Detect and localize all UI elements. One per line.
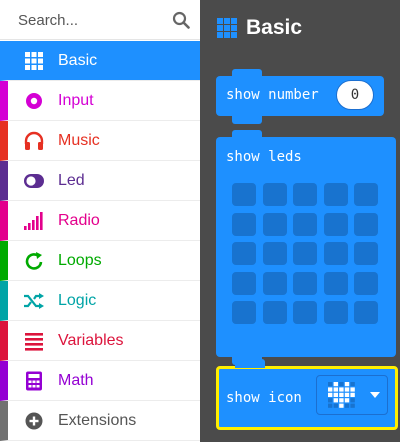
search-bar	[0, 0, 200, 40]
led-cell[interactable]	[323, 301, 348, 324]
led-cell[interactable]	[293, 301, 317, 324]
led-cell[interactable]	[323, 212, 348, 236]
grid-icon	[217, 18, 237, 38]
heart-icon	[328, 382, 355, 408]
category-label: Input	[58, 92, 94, 109]
category-basic[interactable]: Basic	[0, 41, 200, 81]
led-cell[interactable]	[262, 301, 287, 324]
category-radio[interactable]: Radio	[0, 201, 200, 241]
category-extensions[interactable]: Extensions	[0, 401, 200, 441]
category-label: Led	[58, 172, 85, 189]
block-notch	[232, 69, 262, 78]
toolbox-sidebar: Basic Input Music Led Radio	[0, 0, 200, 442]
block-label: show number	[226, 87, 319, 103]
category-input[interactable]: Input	[0, 81, 200, 121]
category-label: Music	[58, 132, 100, 149]
led-cell[interactable]	[232, 212, 256, 236]
category-loops[interactable]: Loops	[0, 241, 200, 281]
led-cell[interactable]	[293, 183, 317, 206]
block-label: show leds	[226, 149, 302, 165]
category-label: Math	[58, 372, 94, 389]
block-notch	[235, 359, 265, 368]
led-cell[interactable]	[354, 183, 378, 206]
flyout-title: Basic	[246, 16, 303, 39]
icon-dropdown[interactable]	[316, 375, 388, 415]
toggle-icon	[24, 174, 44, 188]
category-logic[interactable]: Logic	[0, 281, 200, 321]
led-cell[interactable]	[293, 212, 317, 236]
led-cell[interactable]	[262, 242, 287, 265]
led-cell[interactable]	[293, 271, 317, 295]
led-cell[interactable]	[354, 301, 378, 324]
led-cell[interactable]	[232, 271, 256, 295]
search-input[interactable]	[18, 9, 158, 31]
led-cell[interactable]	[232, 242, 256, 265]
shuffle-icon	[24, 293, 44, 309]
category-label: Radio	[58, 212, 100, 229]
loop-icon	[25, 252, 43, 270]
chevron-down-icon	[370, 392, 380, 398]
led-cell[interactable]	[354, 271, 378, 295]
led-cell[interactable]	[354, 242, 378, 265]
category-label: Basic	[58, 52, 98, 69]
category-label: Loops	[58, 252, 102, 269]
list-icon	[25, 333, 43, 351]
led-cell[interactable]	[323, 271, 348, 295]
led-cell[interactable]	[262, 271, 287, 295]
calculator-icon	[26, 371, 42, 391]
number-value: 0	[350, 87, 360, 103]
headphones-icon	[24, 131, 44, 150]
block-notch	[232, 115, 262, 124]
led-cell[interactable]	[354, 212, 378, 236]
led-cell[interactable]	[232, 301, 256, 324]
search-icon[interactable]	[172, 11, 190, 29]
category-label: Logic	[58, 292, 97, 309]
signal-icon	[24, 212, 43, 230]
number-input[interactable]: 0	[336, 80, 374, 110]
led-cell[interactable]	[262, 183, 287, 206]
category-math[interactable]: Math	[0, 361, 200, 401]
led-cell[interactable]	[323, 183, 348, 206]
category-music[interactable]: Music	[0, 121, 200, 161]
block-label: show icon	[226, 390, 302, 406]
plus-icon	[25, 412, 43, 430]
category-label: Variables	[58, 332, 124, 349]
led-cell[interactable]	[323, 242, 348, 265]
grid-icon	[25, 52, 43, 70]
led-cell[interactable]	[262, 212, 287, 236]
block-notch	[232, 130, 262, 139]
led-cell[interactable]	[232, 183, 256, 206]
led-cell[interactable]	[293, 242, 317, 265]
category-label: Extensions	[58, 412, 137, 429]
input-icon	[26, 93, 42, 109]
category-led[interactable]: Led	[0, 161, 200, 201]
category-variables[interactable]: Variables	[0, 321, 200, 361]
